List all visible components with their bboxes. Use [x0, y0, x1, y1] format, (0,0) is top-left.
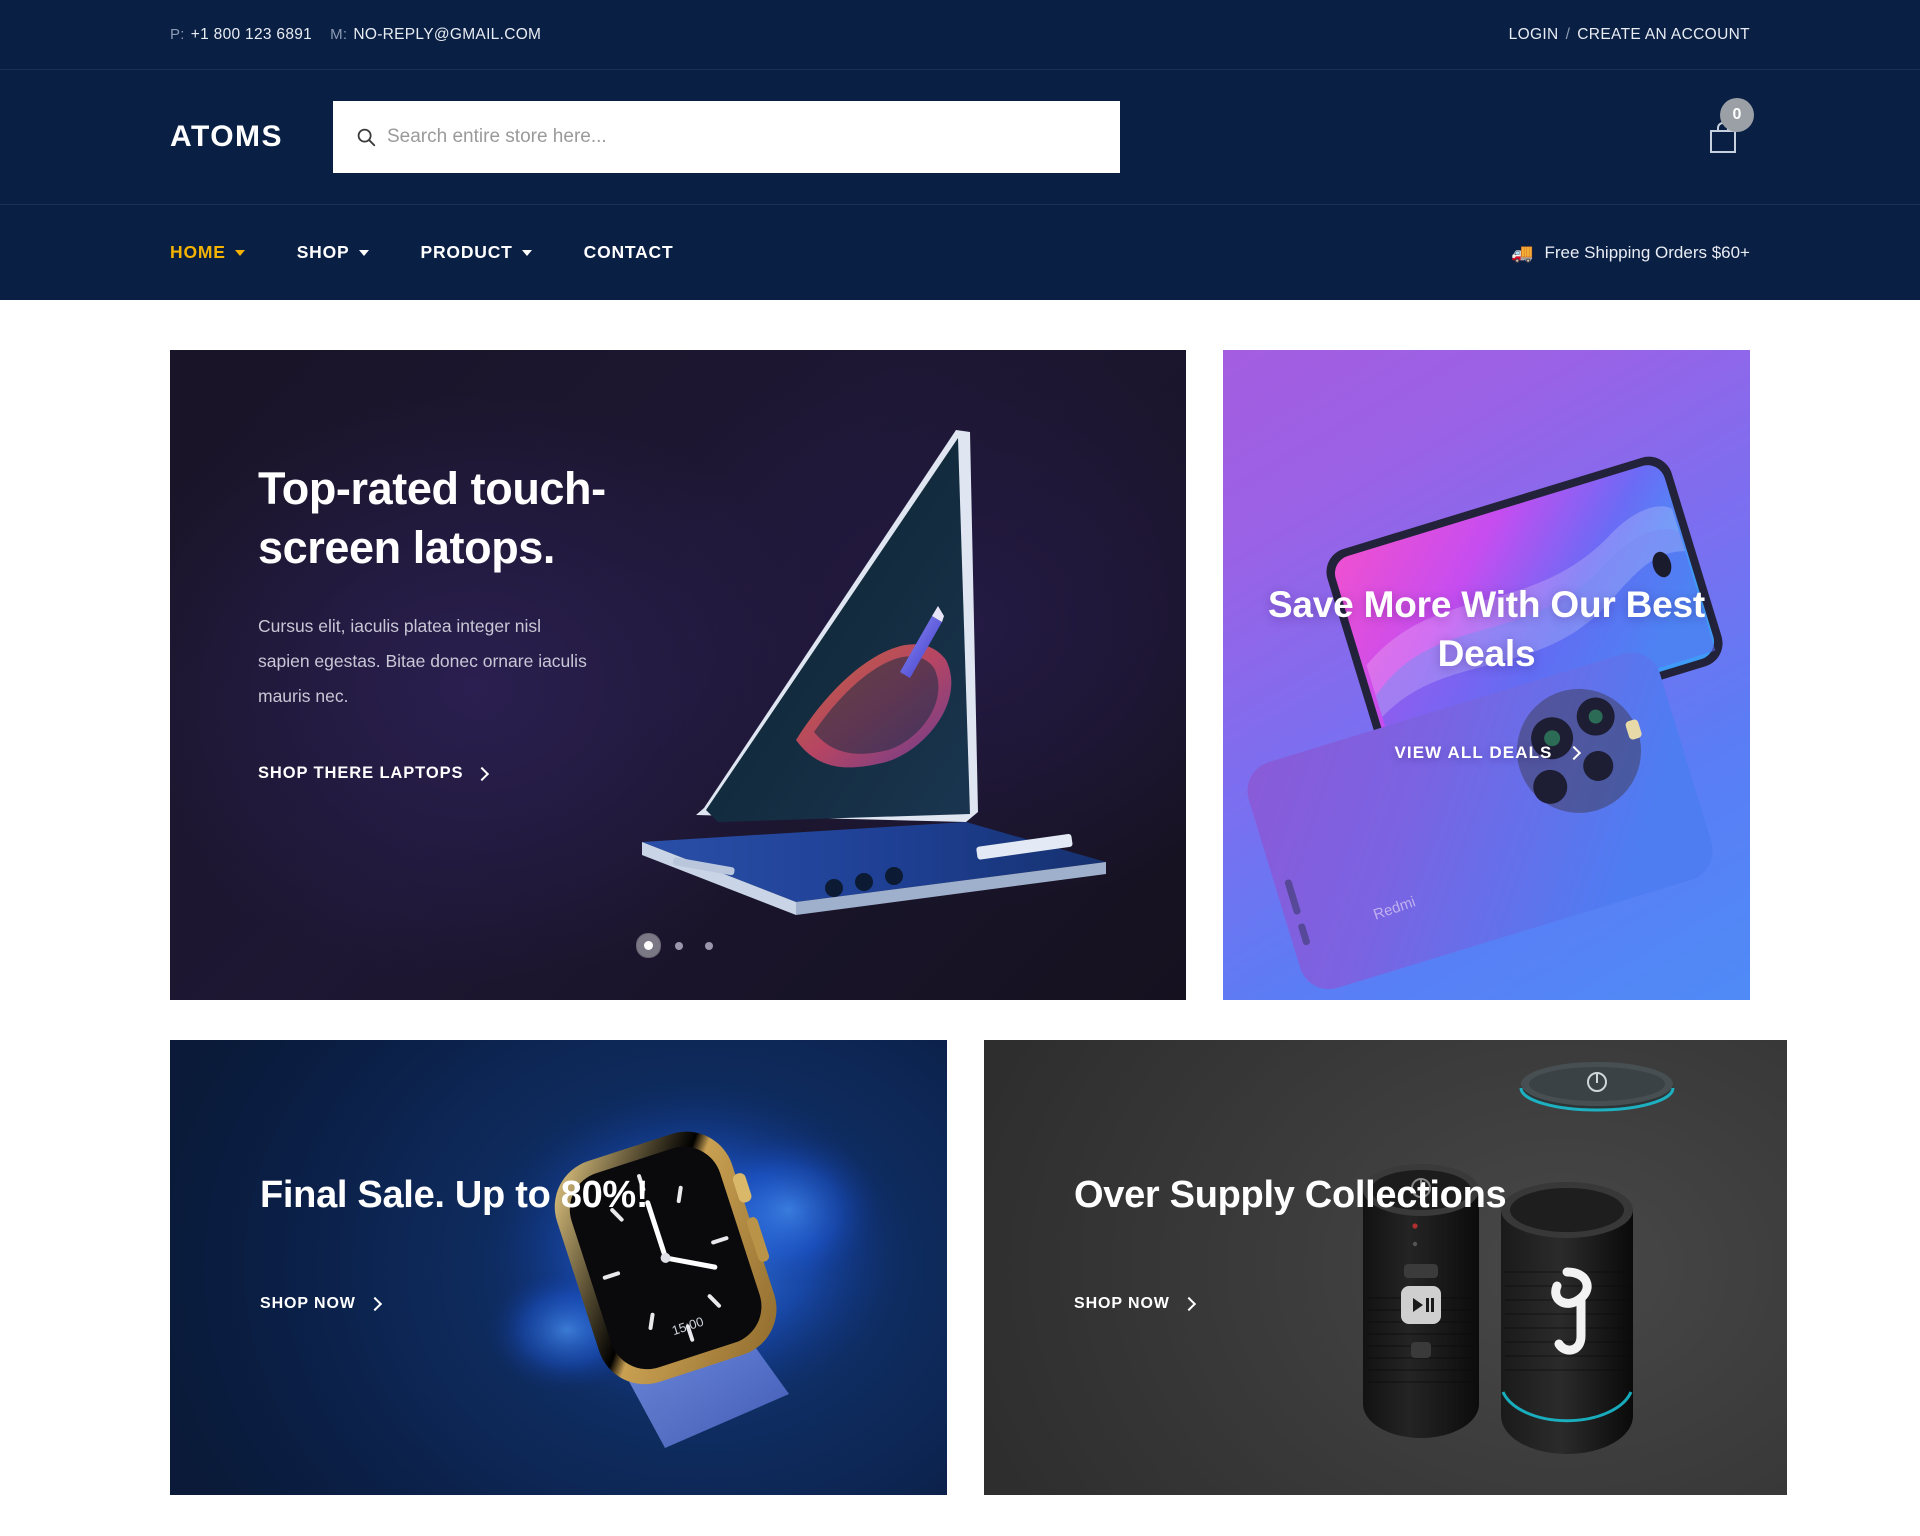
account-links-separator: / — [1565, 25, 1571, 43]
over-supply-title: Over Supply Collections — [1074, 1174, 1507, 1216]
final-sale-cta-label: SHOP NOW — [260, 1295, 356, 1313]
nav-item-home[interactable]: HOME — [170, 242, 245, 263]
cart-count-badge: 0 — [1720, 98, 1754, 132]
carousel-dot-2[interactable] — [674, 941, 683, 950]
promo-card-final-sale[interactable]: 15:00 Final Sale. Up to 80%! SHOP NOW — [170, 1040, 947, 1495]
nav-item-product[interactable]: PRODUCT — [421, 242, 532, 263]
site-logo[interactable]: ATOMS — [170, 120, 333, 154]
search-icon — [357, 128, 376, 147]
nav-item-shop[interactable]: SHOP — [297, 242, 369, 263]
search-bar[interactable] — [333, 101, 1120, 173]
secondary-cards-row: 15:00 Final Sale. Up to 80%! SHOP NOW Ov… — [170, 1040, 1787, 1495]
promo-text-block: Save More With Our Best Deals VIEW ALL D… — [1223, 580, 1750, 763]
free-shipping-label: Free Shipping Orders $60+ — [1544, 242, 1750, 262]
email-contact: M: NO-REPLY@GMAIL.COM — [330, 26, 541, 44]
nav-item-shop-label: SHOP — [296, 242, 350, 262]
promo-title: Save More With Our Best Deals — [1267, 584, 1706, 675]
over-supply-text-block: Over Supply Collections SHOP NOW — [1074, 1170, 1507, 1313]
carousel-dot-1[interactable] — [643, 941, 653, 950]
carousel-dots — [170, 941, 1186, 950]
chevron-right-icon — [475, 766, 490, 781]
free-shipping-notice: 🚚 Free Shipping Orders $60+ — [1511, 243, 1750, 263]
chevron-right-icon — [1566, 746, 1581, 761]
hero-carousel[interactable]: Top-rated touch-screen latops. Cursus el… — [170, 350, 1186, 1000]
hero-title: Top-rated touch-screen latops. — [258, 463, 606, 573]
login-link[interactable]: LOGIN — [1509, 26, 1559, 44]
nav-item-product-label: PRODUCT — [420, 242, 513, 262]
chevron-down-icon — [234, 249, 245, 256]
final-sale-cta-link[interactable]: SHOP NOW — [260, 1295, 382, 1313]
carousel-dot-3[interactable] — [704, 941, 713, 950]
nav-item-list: HOME SHOP PRODUCT CONTACT — [170, 242, 726, 263]
delivery-truck-icon: 🚚 — [1511, 242, 1534, 263]
chevron-down-icon — [521, 249, 532, 256]
contact-info: P: +1 800 123 6891 M: NO-REPLY@GMAIL.COM — [170, 26, 541, 44]
promo-card-deals[interactable]: Redmi Save More With Our Best Deals VIEW… — [1223, 350, 1750, 1000]
nav-item-contact-label: CONTACT — [583, 242, 674, 262]
search-input[interactable] — [387, 126, 1098, 148]
final-sale-title: Final Sale. Up to 80%! — [260, 1174, 649, 1216]
hero-description: Cursus elit, iaculis platea integer nisl… — [258, 616, 587, 706]
top-utility-bar: P: +1 800 123 6891 M: NO-REPLY@GMAIL.COM… — [0, 0, 1920, 70]
hero-text-block: Top-rated touch-screen latops. Cursus el… — [258, 460, 678, 783]
create-account-link[interactable]: CREATE AN ACCOUNT — [1577, 26, 1750, 44]
promo-cta-link[interactable]: VIEW ALL DEALS — [1394, 743, 1581, 763]
account-links: LOGIN / CREATE AN ACCOUNT — [1509, 26, 1750, 44]
over-supply-cta-label: SHOP NOW — [1074, 1295, 1170, 1313]
email-label: M: — [330, 25, 348, 43]
over-supply-cta-link[interactable]: SHOP NOW — [1074, 1295, 1196, 1313]
chevron-down-icon — [358, 249, 369, 256]
promo-cta-label: VIEW ALL DEALS — [1394, 743, 1553, 763]
promo-card-over-supply[interactable]: Over Supply Collections SHOP NOW — [984, 1040, 1787, 1495]
hero-cta-link[interactable]: SHOP THERE LAPTOPS — [258, 764, 490, 783]
chevron-right-icon — [367, 1297, 382, 1312]
nav-item-home-label: HOME — [170, 242, 226, 262]
main-navigation: HOME SHOP PRODUCT CONTACT 🚚 Free Shippin… — [0, 205, 1920, 300]
email-value: NO-REPLY@GMAIL.COM — [353, 25, 542, 43]
chevron-right-icon — [1181, 1297, 1196, 1312]
nav-item-contact[interactable]: CONTACT — [584, 242, 674, 263]
page-content: Top-rated touch-screen latops. Cursus el… — [0, 300, 1920, 1495]
masthead: ATOMS 0 — [0, 70, 1920, 205]
phone-label: P: — [170, 25, 185, 43]
phone-value: +1 800 123 6891 — [190, 25, 313, 43]
cart-button[interactable]: 0 — [1696, 98, 1754, 164]
hero-cta-label: SHOP THERE LAPTOPS — [258, 764, 464, 782]
final-sale-text-block: Final Sale. Up to 80%! SHOP NOW — [260, 1170, 649, 1313]
phone-contact: P: +1 800 123 6891 — [170, 26, 312, 44]
hero-row: Top-rated touch-screen latops. Cursus el… — [170, 350, 1750, 1000]
